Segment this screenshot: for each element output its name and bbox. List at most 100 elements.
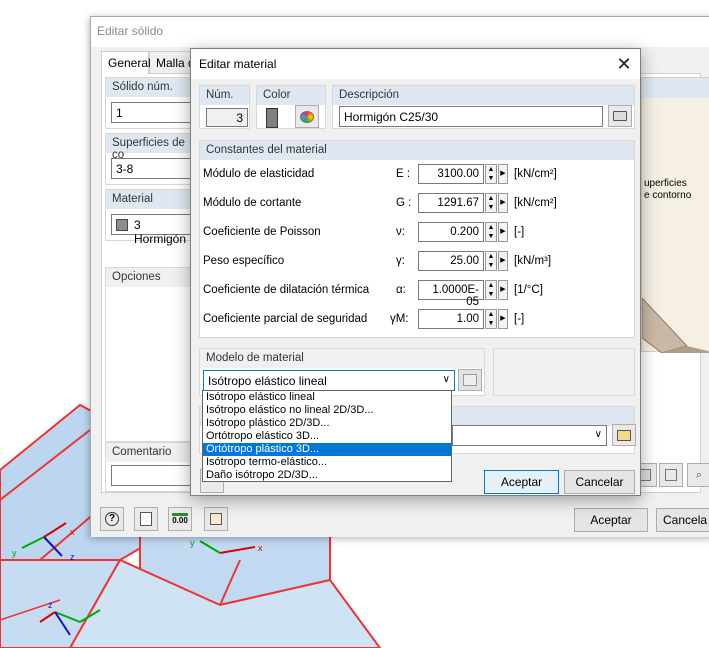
material-library-button[interactable] [608,105,632,127]
material-group: Material 3 Hormigón [105,189,197,246]
description-field[interactable]: Hormigón C25/30 [339,106,603,127]
model-option-orthotropic-elastic[interactable]: Ortótropo elástico 3D... [203,430,451,443]
help-icon: ? [105,512,119,526]
svg-text:x: x [258,543,263,553]
material-label: Material [106,190,194,209]
thermal-arrow[interactable]: ▶ [498,280,508,300]
model-settings-icon [463,374,477,386]
color-swatch [266,108,278,128]
shear-symbol: G : [396,197,412,209]
comment-field[interactable] [111,465,197,486]
elasticity-label: Módulo de elasticidad [203,168,315,180]
view-cube-icon [665,469,677,481]
close-icon: ✕ [616,54,632,74]
svg-text:y: y [190,538,195,548]
svg-text:x: x [70,527,75,537]
solid-number-label: Sólido núm. [106,78,194,97]
svg-text:y: y [12,548,17,558]
chevron-down-icon: ∨ [594,429,602,440]
edit-button[interactable] [134,507,158,531]
constants-header: Constantes del material [200,141,634,160]
preview-panel: uperficies e contorno [641,77,709,353]
dialog-title: Editar material [191,49,640,79]
options-label: Opciones [106,268,194,287]
constants-group: Constantes del material Módulo de elasti… [199,140,635,338]
close-button[interactable]: ✕ [608,49,640,79]
number-field: 3 [206,108,248,127]
library-button[interactable] [204,507,228,531]
view-icon-2[interactable] [659,463,683,487]
shear-arrow[interactable]: ▶ [498,193,508,213]
comment-label: Comentario [106,443,194,462]
model-preview-area [493,348,635,396]
surfaces-field[interactable]: 3-8 [111,158,197,179]
weight-spinner[interactable]: ▲ ▼ [485,251,497,271]
color-picker-button[interactable] [295,105,319,128]
model-option-nonlinear-elastic[interactable]: Isótropo elástico no lineal 2D/3D... [203,404,451,417]
ok-button[interactable]: Aceptar [484,470,559,494]
material-field[interactable]: 3 Hormigón [111,214,197,246]
units-icon: 0.00 [172,512,188,526]
description-label: Descripción [333,86,634,105]
poisson-arrow[interactable]: ▶ [498,222,508,242]
weight-unit: [kN/m³] [514,255,552,267]
options-group: Opciones [105,267,195,442]
safety-spinner[interactable]: ▲ ▼ [485,309,497,329]
poisson-input[interactable]: 0.200 [418,222,484,242]
poisson-symbol: ν: [396,226,405,238]
elasticity-arrow[interactable]: ▶ [498,164,508,184]
cancel-button[interactable]: Cancelar [564,470,635,494]
color-group: Color [256,85,326,129]
elasticity-unit: [kN/cm²] [514,168,557,180]
thermal-unit: [1/°C] [514,284,543,296]
poisson-unit: [-] [514,226,525,238]
weight-arrow[interactable]: ▶ [498,251,508,271]
model-option-isotropic-plastic[interactable]: Isótropo plástico 2D/3D... [203,417,451,430]
material-model-select[interactable]: Isótropo elástico lineal ∨ [203,370,455,391]
tab-general[interactable]: General [101,51,151,74]
material-model-value: Isótropo elástico lineal [208,374,327,388]
second-select[interactable]: ∨ [452,425,607,446]
weight-input[interactable]: 25.00 [418,251,484,271]
zoom-icon: ⌕ [695,468,703,481]
number-label: Núm. [200,86,249,105]
model-option-linear-elastic[interactable]: Isótropo elástico lineal [203,391,451,404]
poisson-spinner[interactable]: ▲ ▼ [485,222,497,242]
units-button[interactable]: 0.00 [168,507,192,531]
shear-spinner[interactable]: ▲ ▼ [485,193,497,213]
poisson-label: Coeficiente de Poisson [203,226,321,238]
safety-arrow[interactable]: ▶ [498,309,508,329]
weight-symbol: γ: [396,255,405,267]
number-group: Núm. 3 [199,85,250,129]
solid-number-field[interactable]: 1 [111,102,197,123]
thermal-input[interactable]: 1.0000E-05 [418,280,484,308]
weight-label: Peso específico [203,255,285,267]
elasticity-input[interactable]: 3100.00 [418,164,484,184]
elasticity-spinner[interactable]: ▲ ▼ [485,164,497,184]
preview-header [642,78,709,98]
material-model-group: Modelo de material Isótropo elástico lin… [199,348,485,396]
material-value: 3 Hormigón [134,218,187,246]
back-cancel-button[interactable]: Cancela [656,508,709,532]
back-ok-button[interactable]: Aceptar [574,508,648,532]
surfaces-group: Superficies de co 3-8 [105,133,197,185]
model-option-orthotropic-plastic[interactable]: Ortótropo plástico 3D... [203,443,451,456]
description-group: Descripción Hormigón C25/30 [332,85,635,129]
model-settings-button [458,369,482,391]
dialog-title: Editar sólido [91,17,709,47]
safety-symbol: γM: [390,313,409,325]
help-button[interactable]: ? [100,507,124,531]
shear-input[interactable]: 1291.67 [418,193,484,213]
view-icon-3[interactable]: ⌕ [687,463,709,487]
model-option-thermo-elastic[interactable]: Isótropo termo-elástico... [203,456,451,469]
model-option-isotropic-damage[interactable]: Daño isótropo 2D/3D... [203,469,451,482]
preview-text-1: uperficies [644,178,687,189]
thermal-label: Coeficiente de dilatación térmica [203,284,370,296]
preview-text-2: e contorno [644,190,692,201]
palette-icon [300,110,314,123]
safety-input[interactable]: 1.00 [418,309,484,329]
thermal-spinner[interactable]: ▲ ▼ [485,280,497,300]
chevron-down-icon: ∨ [442,374,450,385]
second-browse-button[interactable] [612,424,636,446]
safety-unit: [-] [514,313,525,325]
